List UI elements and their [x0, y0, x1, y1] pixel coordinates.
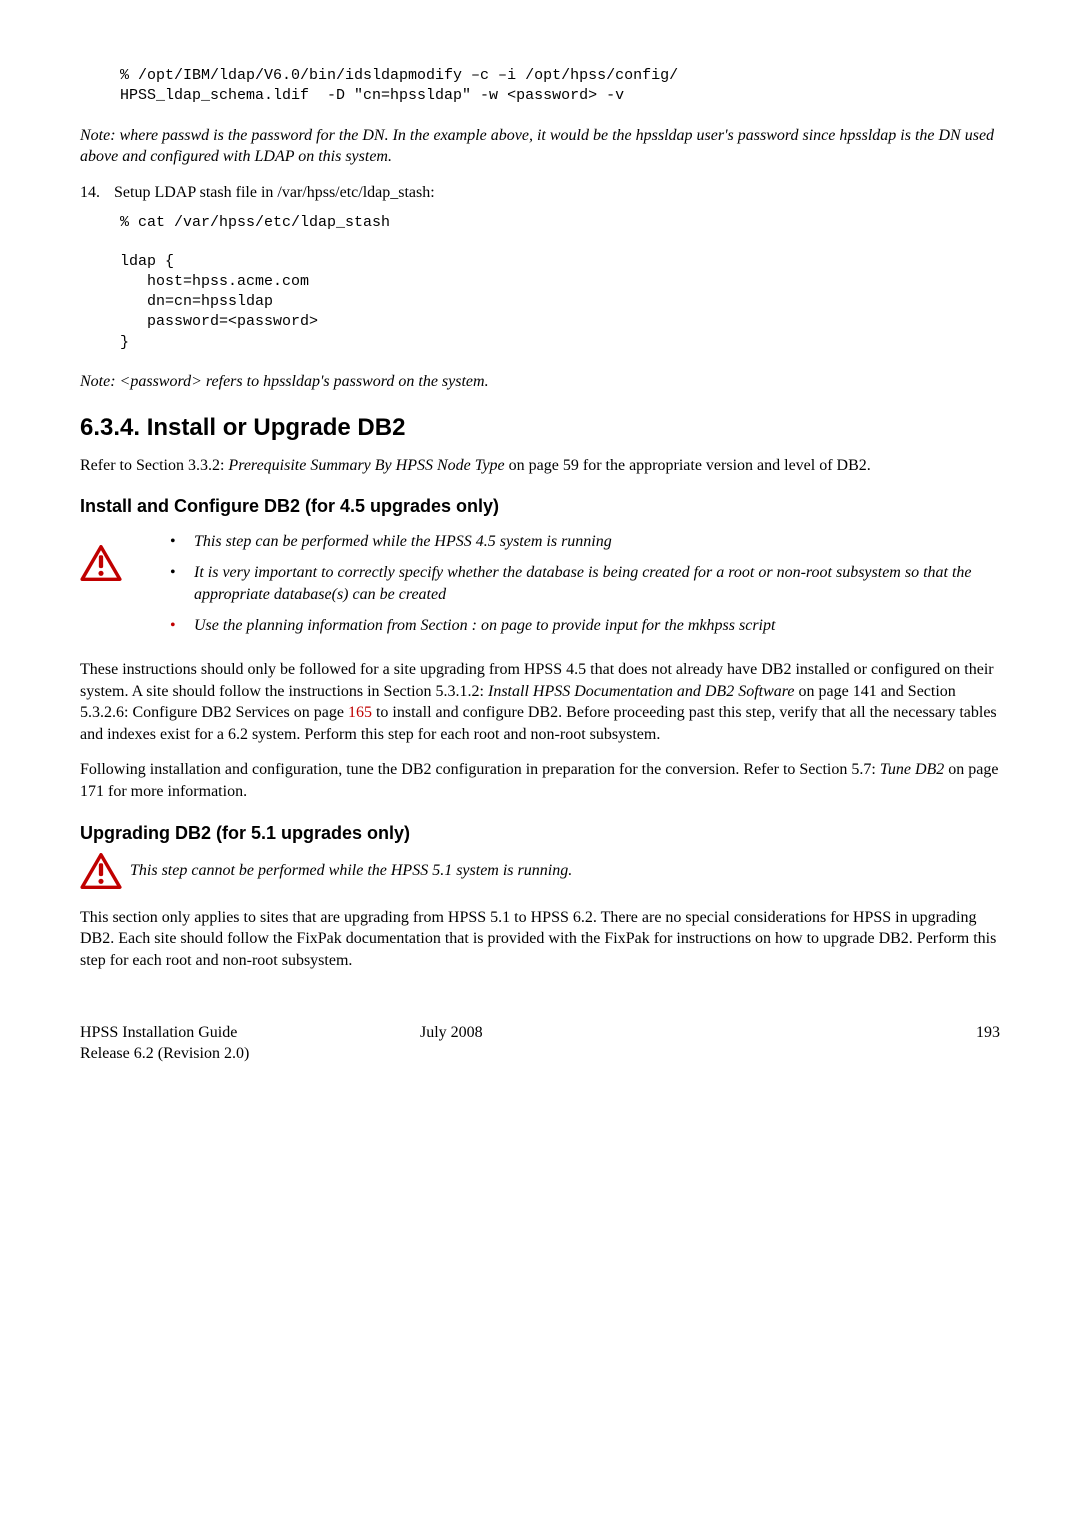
- text-fragment-italic: Prerequisite Summary By HPSS Node Type: [228, 457, 504, 474]
- code-line: }: [120, 334, 129, 351]
- note-paragraph-1: Note: where passwd is the password for t…: [80, 125, 1000, 168]
- warning-block-upgrade: This step cannot be performed while the …: [80, 853, 1000, 889]
- text-fragment-italic: Install HPSS Documentation and DB2 Softw…: [488, 683, 795, 700]
- text-fragment: Following installation and configuration…: [80, 761, 880, 778]
- note-paragraph-2: Note: <password> refers to hpssldap's pa…: [80, 371, 1000, 393]
- bullet-item-3: • Use the planning information from Sect…: [170, 615, 1000, 637]
- text-fragment: Refer to Section 3.3.2:: [80, 457, 228, 474]
- heading-install-configure-db2: Install and Configure DB2 (for 4.5 upgra…: [80, 494, 1000, 518]
- paragraph-upgrade-body: This section only applies to sites that …: [80, 907, 1000, 972]
- warning-triangle-icon: [80, 853, 122, 889]
- step-text: Setup LDAP stash file in /var/hpss/etc/l…: [114, 182, 435, 204]
- text-fragment-italic: Tune DB2: [880, 761, 944, 778]
- bullet-dot-red: •: [170, 615, 194, 637]
- bullet-dot: •: [170, 531, 194, 553]
- page-footer: HPSS Installation Guide Release 6.2 (Rev…: [80, 1022, 1000, 1065]
- text-fragment: on page 59 for the appropriate version a…: [505, 457, 871, 474]
- paragraph-prerequisite: Refer to Section 3.3.2: Prerequisite Sum…: [80, 455, 1000, 477]
- paragraph-tune-db2: Following installation and configuration…: [80, 759, 1000, 802]
- code-line: ldap {: [120, 253, 174, 270]
- footer-title: HPSS Installation Guide: [80, 1022, 420, 1044]
- code-block-cat: % cat /var/hpss/etc/ldap_stash: [120, 213, 1000, 233]
- code-line: HPSS_ldap_schema.ldif -D "cn=hpssldap" -…: [120, 87, 624, 104]
- bullet-item-1: • This step can be performed while the H…: [170, 531, 1000, 553]
- heading-upgrading-db2: Upgrading DB2 (for 5.1 upgrades only): [80, 821, 1000, 845]
- warning-block-install: • This step can be performed while the H…: [80, 527, 1000, 647]
- page-link-165[interactable]: 165: [348, 704, 372, 721]
- warning-triangle-icon: [80, 545, 122, 581]
- code-line: dn=cn=hpssldap: [120, 293, 273, 310]
- bullet-text: This step can be performed while the HPS…: [194, 531, 1000, 553]
- code-line: host=hpss.acme.com: [120, 273, 309, 290]
- warning-text: This step cannot be performed while the …: [130, 860, 1000, 882]
- bullet-text: Use the planning information from Sectio…: [194, 615, 1000, 637]
- bullet-text: It is very important to correctly specif…: [194, 562, 1000, 605]
- footer-release: Release 6.2 (Revision 2.0): [80, 1043, 420, 1065]
- code-line: % /opt/IBM/ldap/V6.0/bin/idsldapmodify –…: [120, 67, 678, 84]
- code-line: % cat /var/hpss/etc/ldap_stash: [120, 214, 390, 231]
- bullet-dot: •: [170, 562, 194, 605]
- code-line: password=<password>: [120, 313, 318, 330]
- footer-page-number: 193: [940, 1022, 1000, 1065]
- code-block-ldap-stash: ldap { host=hpss.acme.com dn=cn=hpssldap…: [120, 252, 1000, 353]
- paragraph-install-instructions: These instructions should only be follow…: [80, 659, 1000, 745]
- step-number: 14.: [80, 182, 114, 204]
- bullet-item-2: • It is very important to correctly spec…: [170, 562, 1000, 605]
- heading-6-3-4: 6.3.4. Install or Upgrade DB2: [80, 412, 1000, 444]
- footer-date: July 2008: [420, 1022, 940, 1065]
- step-14: 14. Setup LDAP stash file in /var/hpss/e…: [80, 182, 1000, 204]
- code-block-idsldapmodify: % /opt/IBM/ldap/V6.0/bin/idsldapmodify –…: [120, 66, 1000, 107]
